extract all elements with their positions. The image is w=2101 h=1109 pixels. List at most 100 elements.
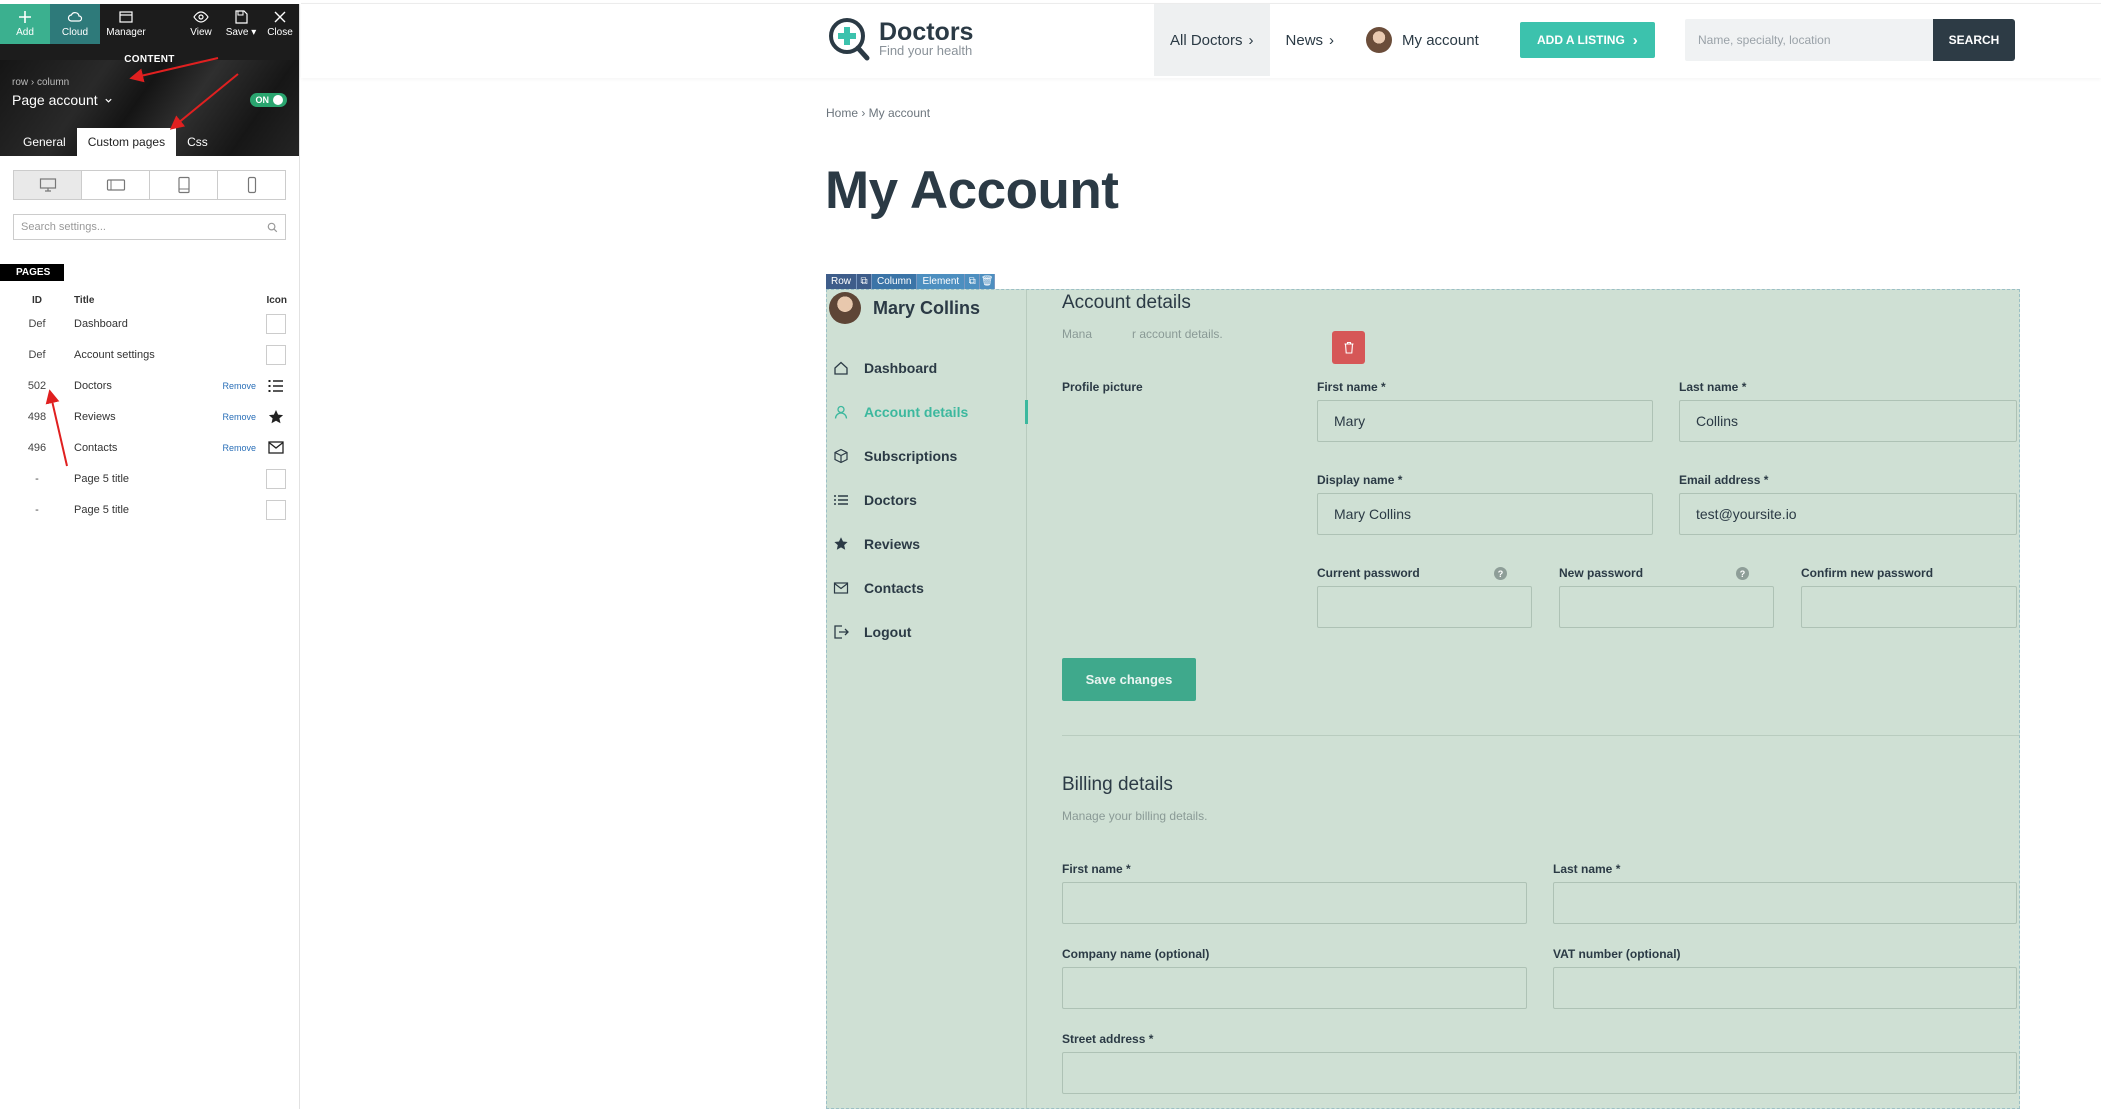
star-icon[interactable] (266, 407, 286, 427)
header-search-input[interactable]: Name, specialty, location (1685, 19, 1933, 61)
envelope-icon[interactable] (266, 438, 286, 458)
row-handle[interactable]: Row (826, 274, 858, 289)
vat-number-input[interactable] (1553, 967, 2017, 1009)
billing-details-subtitle: Manage your billing details. (1062, 809, 1208, 823)
page-row[interactable]: 496 Contacts Remove (0, 432, 299, 463)
column-handle[interactable]: Column (872, 274, 918, 289)
chevron-right-icon: › (1329, 31, 1335, 49)
site-logo[interactable]: Doctors Find your health (827, 16, 973, 62)
billing-details-title: Billing details (1062, 774, 1173, 795)
avatar (1366, 27, 1393, 53)
add-listing-label: ADD A LISTING (1537, 33, 1625, 47)
page-row[interactable]: Def Account settings (0, 339, 299, 370)
billing-first-name-input[interactable] (1062, 882, 1527, 924)
icon-picker[interactable] (266, 499, 286, 520)
current-password-input[interactable] (1317, 586, 1532, 628)
tab-general[interactable]: General (12, 128, 77, 156)
delete-element-button[interactable] (1332, 331, 1365, 364)
editor-breadcrumb[interactable]: row › column (12, 77, 299, 88)
save-menu-button[interactable]: Save ▾ (221, 4, 261, 44)
nav-my-account[interactable]: My account (1350, 4, 1495, 76)
home-icon (834, 361, 848, 375)
page-title-field[interactable]: Reviews (74, 411, 222, 423)
street-address-input[interactable] (1062, 1052, 2017, 1094)
tab-css[interactable]: Css (176, 128, 219, 156)
save-changes-button[interactable]: Save changes (1062, 658, 1196, 701)
menu-subscriptions-label: Subscriptions (864, 448, 958, 464)
page-id: - (35, 503, 39, 516)
menu-doctors[interactable]: Doctors (827, 478, 1027, 522)
element-handle[interactable]: Element (917, 274, 966, 289)
add-button[interactable]: Add (0, 4, 50, 44)
remove-link[interactable]: Remove (222, 443, 256, 453)
new-password-input[interactable] (1559, 586, 1774, 628)
page-title-field[interactable]: Contacts (74, 442, 222, 454)
page-title-field[interactable]: Account settings (74, 349, 266, 361)
manager-button[interactable]: Manager (100, 4, 152, 44)
on-toggle[interactable]: ON (249, 93, 287, 107)
tab-custom-pages[interactable]: Custom pages (76, 128, 177, 156)
icon-picker[interactable] (266, 468, 286, 489)
last-name-input[interactable]: Collins (1679, 400, 2017, 442)
page-title-field[interactable]: Doctors (74, 380, 222, 392)
breadcrumb[interactable]: Home › My account (826, 106, 930, 120)
account-widget[interactable]: Mary Collins Dashboard Account details S… (826, 289, 2020, 1109)
close-button[interactable]: Close (261, 4, 299, 44)
tablet-landscape-button[interactable] (82, 171, 150, 199)
nav-news-label: News (1285, 31, 1324, 49)
menu-dashboard[interactable]: Dashboard (827, 346, 1027, 390)
remove-link[interactable]: Remove (222, 412, 256, 422)
delete-icon[interactable]: 🗑 (980, 274, 996, 289)
duplicate-icon[interactable]: ⧉ (857, 274, 873, 289)
page-title-field[interactable]: Page 5 title (74, 504, 266, 516)
menu-subscriptions[interactable]: Subscriptions (827, 434, 1027, 478)
view-button[interactable]: View (181, 4, 221, 44)
page-title-field[interactable]: Dashboard (74, 318, 266, 330)
page-row[interactable]: 502 Doctors Remove (0, 370, 299, 401)
nav-news[interactable]: News › (1270, 4, 1351, 76)
page-id: 496 (27, 441, 47, 454)
icon-picker[interactable] (266, 313, 286, 334)
page-row[interactable]: 498 Reviews Remove (0, 401, 299, 432)
page-row[interactable]: Def Dashboard (0, 308, 299, 339)
pages-table-header: ID Title Icon (0, 295, 299, 306)
remove-link[interactable]: Remove (222, 381, 256, 391)
help-icon[interactable]: ? (1736, 567, 1749, 580)
help-icon[interactable]: ? (1494, 567, 1507, 580)
profile-picture-label: Profile picture (1062, 380, 1143, 394)
plus-icon (19, 11, 31, 23)
menu-account-details[interactable]: Account details (827, 390, 1028, 434)
logo-name: Doctors (879, 18, 974, 46)
header-search-button[interactable]: SEARCH (1933, 19, 2015, 61)
nav-all-doctors[interactable]: All Doctors › (1154, 4, 1270, 76)
page-selector[interactable]: Page account (12, 92, 113, 108)
last-name-label: Last name * (1679, 380, 1747, 394)
site-preview: Doctors Find your health All Doctors › N… (301, 0, 2101, 1109)
cloud-button[interactable]: Cloud (50, 4, 100, 44)
desktop-device-button[interactable] (14, 171, 82, 199)
company-name-input[interactable] (1062, 967, 1527, 1009)
box-icon (834, 448, 848, 464)
mobile-device-button[interactable] (218, 171, 285, 199)
copy-icon[interactable]: ⧉ (965, 274, 981, 289)
menu-reviews[interactable]: Reviews (827, 522, 1027, 566)
list-icon[interactable] (266, 376, 286, 396)
menu-contacts[interactable]: Contacts (827, 566, 1027, 610)
billing-last-name-input[interactable] (1553, 882, 2017, 924)
menu-logout[interactable]: Logout (827, 610, 1027, 654)
display-name-input[interactable]: Mary Collins (1317, 493, 1653, 535)
tablet-portrait-button[interactable] (150, 171, 218, 199)
add-listing-button[interactable]: ADD A LISTING › (1520, 22, 1655, 58)
settings-search-input[interactable]: Search settings... (13, 214, 286, 240)
page-row[interactable]: - Page 5 title (0, 463, 299, 494)
user-name: Mary Collins (873, 297, 981, 318)
confirm-password-input[interactable] (1801, 586, 2017, 628)
email-input[interactable]: test@yoursite.io (1679, 493, 2017, 535)
page-id: Def (28, 317, 46, 330)
first-name-input[interactable]: Mary (1317, 400, 1653, 442)
save-label: Save ▾ (225, 27, 257, 38)
page-row[interactable]: - Page 5 title (0, 494, 299, 525)
page-title-field[interactable]: Page 5 title (74, 473, 266, 485)
icon-picker[interactable] (266, 344, 286, 365)
vat-number-label: VAT number (optional) (1553, 947, 1681, 961)
